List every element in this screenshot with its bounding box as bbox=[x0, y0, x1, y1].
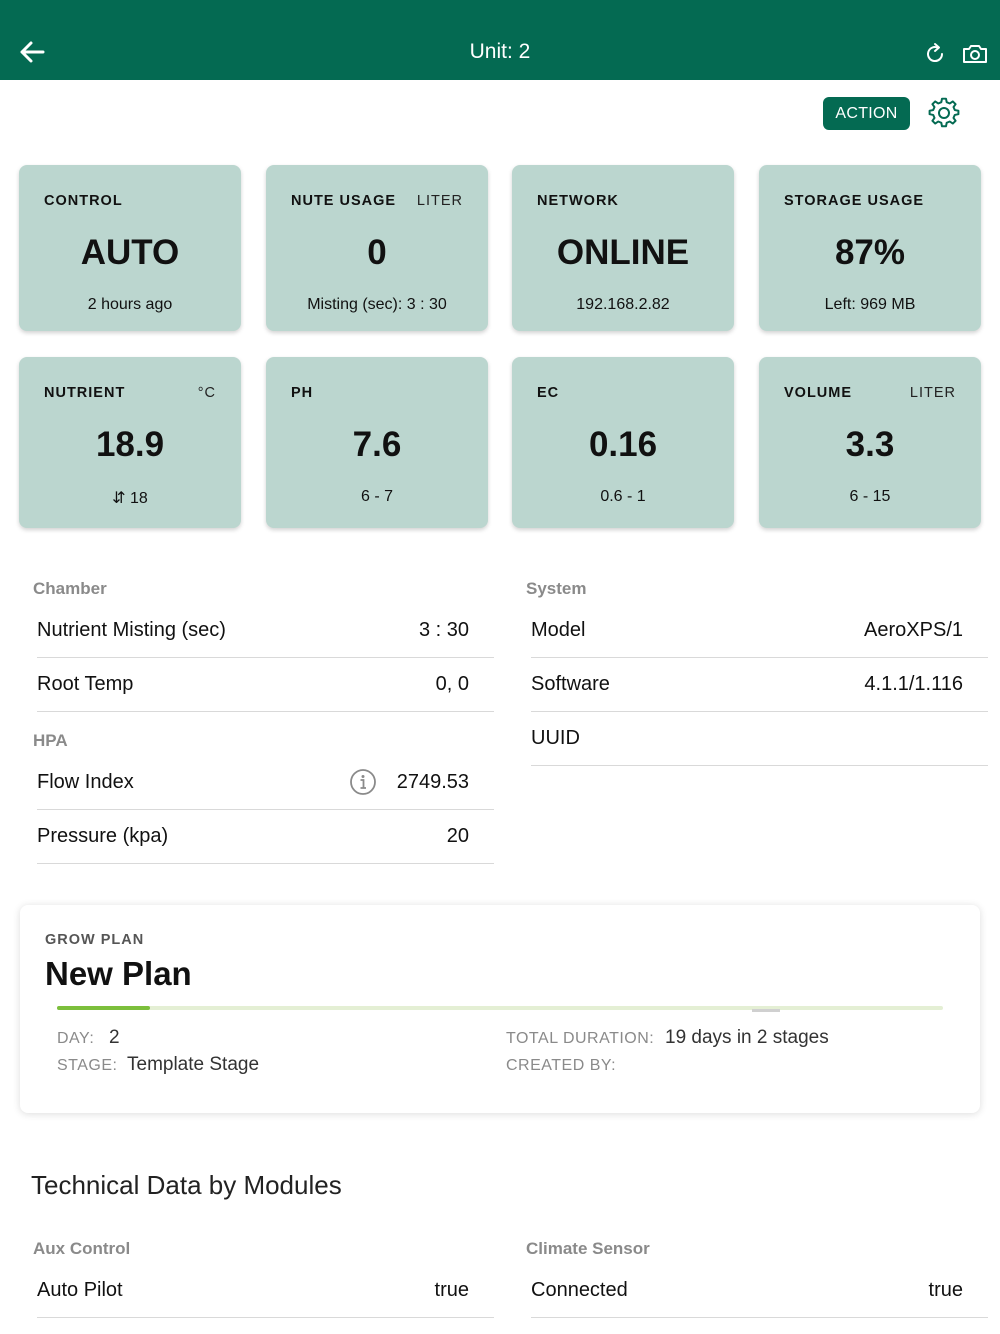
row-key: Auto Pilot bbox=[37, 1279, 123, 1301]
plan-progress-fill bbox=[57, 1006, 151, 1010]
climate-sensor-section-title: Climate Sensor bbox=[526, 1239, 650, 1258]
storage-usage-tile[interactable]: STORAGE USAGE 87% Left: 969 MB bbox=[759, 165, 981, 331]
tile-unit: LITER bbox=[909, 385, 956, 401]
info-icon[interactable] bbox=[349, 768, 377, 796]
row-key: Root Temp bbox=[37, 673, 134, 695]
model-row: Model AeroXPS/1 bbox=[531, 604, 988, 658]
technical-data-title: Technical Data by Modules bbox=[31, 1170, 342, 1200]
pressure-row: Pressure (kpa) 20 bbox=[37, 810, 494, 864]
ec-tile[interactable]: EC 0.16 0.6 - 1 bbox=[512, 357, 734, 528]
page-title: Unit: 2 bbox=[469, 40, 531, 63]
created-by-label: CREATED BY: bbox=[506, 1057, 617, 1074]
app-header: Unit: 2 bbox=[0, 0, 1000, 80]
stage-value: Template Stage bbox=[127, 1054, 260, 1075]
tile-label: NUTE USAGE bbox=[291, 193, 397, 209]
tile-label: STORAGE USAGE bbox=[784, 193, 925, 209]
total-duration-value: 19 days in 2 stages bbox=[665, 1027, 829, 1048]
tile-value: 7.6 bbox=[352, 425, 402, 464]
tile-label: VOLUME bbox=[784, 385, 853, 401]
row-value: true bbox=[434, 1279, 469, 1301]
tile-label: NETWORK bbox=[537, 193, 619, 209]
row-value: true bbox=[928, 1279, 963, 1301]
tile-value: AUTO bbox=[80, 233, 180, 272]
software-row: Software 4.1.1/1.116 bbox=[531, 658, 988, 712]
hpa-section-title: HPA bbox=[33, 731, 68, 750]
stage-divider bbox=[752, 1009, 780, 1012]
connected-row: Connected true bbox=[531, 1264, 988, 1318]
grow-plan-card[interactable]: GROW PLAN New Plan DAY: 2 STAGE: Templat… bbox=[20, 905, 980, 1113]
control-tile[interactable]: CONTROL AUTO 2 hours ago bbox=[19, 165, 241, 331]
tile-subtext: Misting (sec): 3 : 30 bbox=[307, 296, 447, 313]
tile-subtext: ⇵ 18 bbox=[112, 490, 148, 507]
refresh-icon[interactable] bbox=[922, 41, 948, 67]
row-key: Connected bbox=[531, 1279, 628, 1301]
tile-label: PH bbox=[291, 385, 314, 401]
aux-control-section-title: Aux Control bbox=[33, 1239, 131, 1258]
row-value: 4.1.1/1.116 bbox=[864, 673, 963, 695]
tile-label: NUTRIENT bbox=[44, 385, 126, 401]
tile-value: 18.9 bbox=[95, 425, 165, 464]
auto-pilot-row: Auto Pilot true bbox=[37, 1264, 494, 1318]
gear-icon[interactable] bbox=[928, 97, 960, 129]
tile-subtext: 6 - 7 bbox=[360, 488, 393, 505]
tile-value: 0.16 bbox=[588, 425, 658, 464]
tile-subtext: 2 hours ago bbox=[87, 296, 173, 313]
row-key: Flow Index bbox=[37, 771, 134, 793]
tile-subtext: 192.168.2.82 bbox=[576, 296, 670, 313]
tile-label: CONTROL bbox=[44, 193, 123, 209]
network-tile[interactable]: NETWORK ONLINE 192.168.2.82 bbox=[512, 165, 734, 331]
tile-value: 0 bbox=[367, 233, 387, 272]
day-label: DAY: bbox=[57, 1030, 95, 1047]
plan-progress-bar bbox=[57, 1006, 943, 1012]
row-value: 20 bbox=[446, 825, 469, 847]
tile-label: EC bbox=[537, 385, 560, 401]
tile-value: 3.3 bbox=[845, 425, 895, 464]
action-button[interactable]: ACTION bbox=[823, 97, 910, 130]
camera-icon[interactable] bbox=[960, 41, 990, 67]
total-duration-label: TOTAL DURATION: bbox=[506, 1030, 655, 1047]
uuid-row: UUID bbox=[531, 712, 988, 766]
ph-tile[interactable]: PH 7.6 6 - 7 bbox=[266, 357, 488, 528]
tile-unit: LITER bbox=[416, 193, 463, 209]
row-key: Model bbox=[531, 619, 586, 641]
nutrient-tile[interactable]: NUTRIENT °C 18.9 ⇵ 18 bbox=[19, 357, 241, 528]
nutrient-misting-row: Nutrient Misting (sec) 3 : 30 bbox=[37, 604, 494, 658]
tile-subtext: 0.6 - 1 bbox=[600, 488, 646, 505]
volume-tile[interactable]: VOLUME LITER 3.3 6 - 15 bbox=[759, 357, 981, 528]
day-value: 2 bbox=[109, 1027, 120, 1048]
row-value: AeroXPS/1 bbox=[864, 619, 963, 641]
row-key: Software bbox=[531, 673, 610, 695]
tile-value: 87% bbox=[834, 233, 906, 272]
system-section-title: System bbox=[526, 579, 587, 598]
chamber-section-title: Chamber bbox=[33, 579, 107, 598]
stage-label: STAGE: bbox=[57, 1057, 118, 1074]
root-temp-row: Root Temp 0, 0 bbox=[37, 658, 494, 712]
row-value: 2749.53 bbox=[396, 771, 469, 793]
flow-index-row: Flow Index 2749.53 bbox=[37, 756, 494, 810]
tile-subtext: 6 - 15 bbox=[849, 488, 891, 505]
nute-usage-tile[interactable]: NUTE USAGE LITER 0 Misting (sec): 3 : 30 bbox=[266, 165, 488, 331]
row-key: UUID bbox=[531, 727, 580, 749]
grow-plan-label: GROW PLAN bbox=[45, 932, 145, 948]
row-key: Pressure (kpa) bbox=[37, 825, 169, 847]
row-value: 3 : 30 bbox=[418, 619, 469, 641]
grow-plan-name: New Plan bbox=[45, 955, 192, 992]
tile-value: ONLINE bbox=[556, 233, 690, 272]
row-value: 0, 0 bbox=[435, 673, 469, 695]
tile-subtext: Left: 969 MB bbox=[824, 296, 916, 313]
row-key: Nutrient Misting (sec) bbox=[37, 619, 226, 641]
tile-unit: °C bbox=[197, 385, 216, 401]
